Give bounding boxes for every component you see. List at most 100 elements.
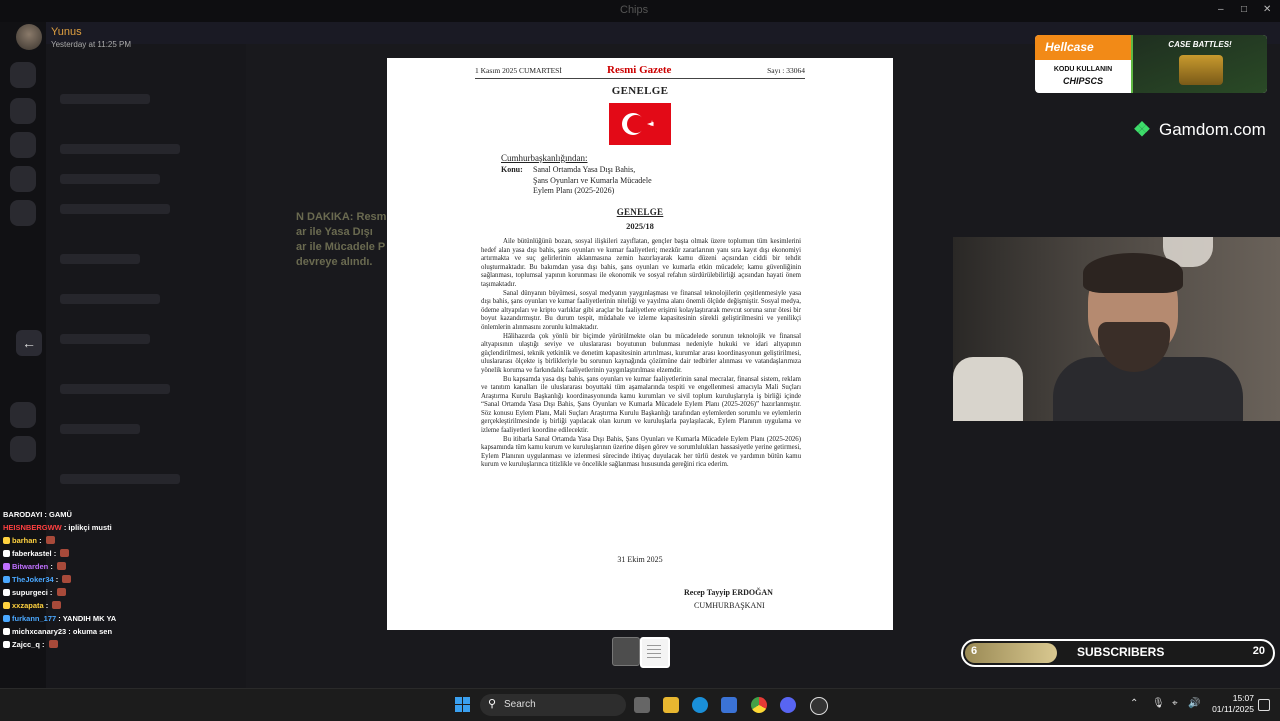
thumbnail-document[interactable]	[640, 637, 670, 668]
channel-item[interactable]	[60, 294, 160, 304]
chat-username[interactable]: barhan	[12, 536, 37, 545]
discord-icon[interactable]	[780, 697, 796, 713]
subject-text: Sanal Ortamda Yasa Dışı Bahis, Şans Oyun…	[533, 165, 652, 195]
user-name[interactable]: Yunus	[51, 26, 82, 38]
chat-message: michxcanary23 : okuma sen	[3, 627, 112, 639]
window-title: Chips	[620, 4, 649, 16]
channel-item[interactable]	[60, 254, 140, 264]
chat-username[interactable]: Bitwarden	[12, 562, 48, 571]
close-icon[interactable]: ✕	[1263, 4, 1271, 15]
minimize-icon[interactable]: –	[1218, 4, 1224, 15]
chat-message: xxzapata :	[3, 601, 62, 613]
paragraph: Aile bütünlüğünü bozan, sosyal ilişkiler…	[481, 238, 801, 288]
user-badge-icon	[3, 602, 10, 609]
avatar[interactable]	[16, 24, 42, 50]
clock-date: 01/11/2025	[1212, 704, 1254, 714]
clock-time: 15:07	[1232, 693, 1254, 703]
server-icon[interactable]	[10, 166, 36, 192]
chat-message: furkann_177 : YANDIH MK YA	[3, 614, 116, 626]
gazette-date: 1 Kasım 2025 CUMARTESİ	[475, 66, 562, 75]
zoom-cursor-icon: ⚲	[833, 312, 842, 324]
arrow-left-icon: ←	[22, 335, 36, 351]
chat-username[interactable]: TheJoker34	[12, 575, 54, 584]
document-image[interactable]: 1 Kasım 2025 CUMARTESİ Resmi Gazete Sayı…	[387, 58, 893, 630]
maximize-icon[interactable]: □	[1241, 4, 1247, 15]
thumbnail-image[interactable]	[612, 637, 640, 666]
chat-message: supurgeci :	[3, 588, 66, 600]
subscriber-goal: 20	[1252, 645, 1265, 657]
treasure-chest-icon	[1179, 55, 1223, 85]
server-icon[interactable]	[10, 402, 36, 428]
chat-message: HEISNBERGWW : iplikçi musti	[3, 523, 112, 532]
server-icon[interactable]	[10, 132, 36, 158]
speaker-icon[interactable]: 🔊	[1188, 698, 1200, 709]
circular-number: 2025/18	[626, 221, 654, 231]
server-icon[interactable]	[10, 98, 36, 124]
chevron-up-icon[interactable]: ⌃	[1130, 698, 1138, 709]
chrome-icon[interactable]	[751, 697, 767, 713]
gamdom-logo-icon: ❖	[1133, 119, 1151, 141]
paragraph: Sanal dünyanın büyümesi, sosyal medyanın…	[481, 289, 801, 331]
channel-item[interactable]	[60, 144, 180, 154]
subscriber-goal-bar: 6 SUBSCRIBERS 20	[961, 639, 1275, 667]
paragraph: Hâlihazırda çok yönlü bir biçimde yürütü…	[481, 332, 801, 374]
hellcase-logo: Hellcase	[1035, 35, 1131, 60]
chat-username[interactable]: HEISNBERGWW	[3, 523, 62, 532]
background-message: N DAKIKA: Resmi G ar ile Yasa Dışı ar il…	[296, 211, 402, 268]
chat-message: Zajcc_q :	[3, 640, 58, 652]
chat-username[interactable]: furkann_177	[12, 614, 56, 623]
user-badge-icon	[3, 576, 10, 583]
chat-text: iplikçi musti	[68, 523, 112, 532]
chat-username[interactable]: Zajcc_q	[12, 640, 40, 649]
channel-item[interactable]	[60, 204, 170, 214]
document-date: 31 Ekim 2025	[617, 555, 663, 564]
chat-message: barhan :	[3, 536, 55, 548]
channel-item[interactable]	[60, 474, 180, 484]
previous-image-button[interactable]: ←	[16, 330, 42, 356]
obs-icon[interactable]	[810, 697, 828, 715]
chat-username[interactable]: BARODAYI	[3, 510, 42, 519]
channel-item[interactable]	[60, 384, 170, 394]
chat-username[interactable]: xxzapata	[12, 601, 44, 610]
gazette-issue: Sayı : 33064	[767, 66, 805, 75]
channel-item[interactable]	[60, 424, 140, 434]
user-badge-icon	[3, 550, 10, 557]
user-badge-icon	[3, 589, 10, 596]
user-badge-icon	[3, 615, 10, 622]
chat-message: BARODAYI : GAMÜ	[3, 510, 72, 519]
hellcase-code-label: KODU KULLANIN	[1053, 66, 1113, 73]
emote-icon	[52, 601, 62, 609]
user-badge-icon	[3, 628, 10, 635]
hellcase-promo: CASE BATTLES!	[1131, 35, 1267, 93]
emote-icon	[45, 536, 55, 544]
user-badge-icon	[3, 563, 10, 570]
emote-icon	[60, 549, 70, 557]
edge-icon[interactable]	[692, 697, 708, 713]
server-icon[interactable]	[10, 200, 36, 226]
server-icon[interactable]	[10, 436, 36, 462]
task-view-icon[interactable]	[634, 697, 650, 713]
emote-icon	[48, 640, 58, 648]
file-explorer-icon[interactable]	[663, 697, 679, 713]
chat-username[interactable]: supurgeci	[12, 588, 48, 597]
search-label: Search	[504, 699, 536, 710]
start-button[interactable]	[455, 697, 471, 713]
chat-message: faberkastel :	[3, 549, 70, 561]
channel-item[interactable]	[60, 94, 150, 104]
channel-item[interactable]	[60, 174, 160, 184]
taskbar-search[interactable]: ⚲ Search	[480, 694, 626, 716]
hellcase-ad: Hellcase KODU KULLANIN CHIPSCS CASE BATT…	[1035, 35, 1267, 93]
channel-list	[46, 44, 246, 688]
wifi-icon[interactable]: ⌖	[1172, 698, 1178, 709]
chat-username[interactable]: faberkastel	[12, 549, 52, 558]
store-icon[interactable]	[721, 697, 737, 713]
chat-username[interactable]: michxcanary23	[12, 627, 66, 636]
chat-text: GAMÜ	[49, 510, 72, 519]
server-icon[interactable]	[10, 62, 36, 88]
system-clock[interactable]: 15:07 01/11/2025	[1206, 693, 1254, 715]
subscriber-progress-fill	[965, 643, 1057, 663]
notification-icon[interactable]	[1258, 699, 1270, 711]
issuer: Cumhurbaşkanlığından:	[501, 153, 588, 163]
microphone-icon[interactable]: 🎙	[1152, 698, 1165, 709]
channel-item[interactable]	[60, 334, 150, 344]
